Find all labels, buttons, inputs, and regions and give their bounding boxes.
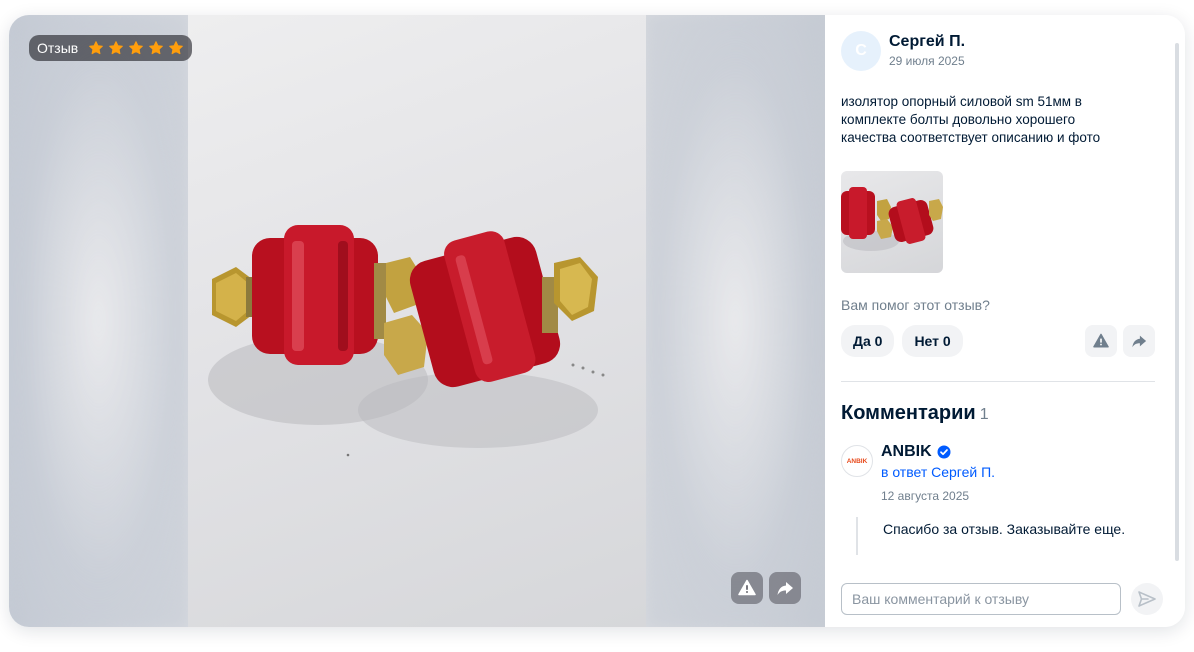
comment-composer [841,583,1163,615]
star-icon [129,41,144,55]
review-author: С Сергей П. 29 июля 2025 [841,31,1155,71]
comments-count: 1 [979,406,989,423]
review-photo [188,15,646,627]
star-icon [169,41,184,55]
report-review-button[interactable] [1085,325,1117,357]
comment-author-name: ANBIK [881,443,932,460]
review-text: изолятор опорный силовой sm 51мм в компл… [841,94,1101,145]
comment-item: ANBIK ANBIK в ответ Сергей П. 12 августа… [841,443,1155,503]
review-details-panel: С Сергей П. 29 июля 2025 изолятор опорны… [825,15,1185,627]
send-icon [1138,591,1156,607]
warning-icon [1093,333,1109,348]
share-icon [777,582,793,595]
vote-no-button[interactable]: Нет 0 [902,325,963,357]
seller-logo: ANBIK [841,445,873,477]
avatar: С [841,31,881,71]
reply-to-link[interactable]: в ответ Сергей П. [881,464,995,480]
media-actions [731,572,801,604]
media-share-button[interactable] [769,572,801,604]
media-backdrop-right [646,15,825,627]
comment-author[interactable]: ANBIK [881,443,995,461]
vote-yes-button[interactable]: Да 0 [841,325,895,357]
review-rating-badge: Отзыв [29,35,193,61]
warning-icon [738,579,756,596]
review-badge-label: Отзыв [37,40,79,56]
comments-title: Комментарии [841,402,976,424]
media-backdrop-left [9,15,188,627]
comment-input[interactable] [841,583,1121,615]
author-name[interactable]: Сергей П. [889,33,965,51]
review-photo-thumbnail[interactable] [841,171,943,273]
star-icon [109,41,124,55]
divider [841,381,1155,382]
star-icon [89,41,104,55]
comments-heading: Комментарии 1 [841,402,1155,425]
thumbnail-image [841,187,943,251]
media-viewer: Отзыв [9,15,825,627]
helpful-question: Вам помог этот отзыв? [841,297,990,313]
send-comment-button[interactable] [1131,583,1163,615]
insulators-photo-drawing [208,225,605,457]
review-date: 29 июля 2025 [889,54,965,68]
star-icon [149,41,164,55]
share-icon [1132,335,1147,348]
comment-date: 12 августа 2025 [881,489,970,503]
helpful-actions: Да 0 Нет 0 [841,325,1155,357]
media-report-button[interactable] [731,572,763,604]
review-modal: Отзыв С Сергей П. 29 июля 2025 изолятор … [9,15,1185,627]
verified-check-icon [937,445,951,459]
rating-stars [88,40,184,56]
share-review-button[interactable] [1123,325,1155,357]
comment-text: Спасибо за отзыв. Заказывайте еще. [856,517,1155,555]
panel-scrollbar[interactable] [1175,43,1179,561]
